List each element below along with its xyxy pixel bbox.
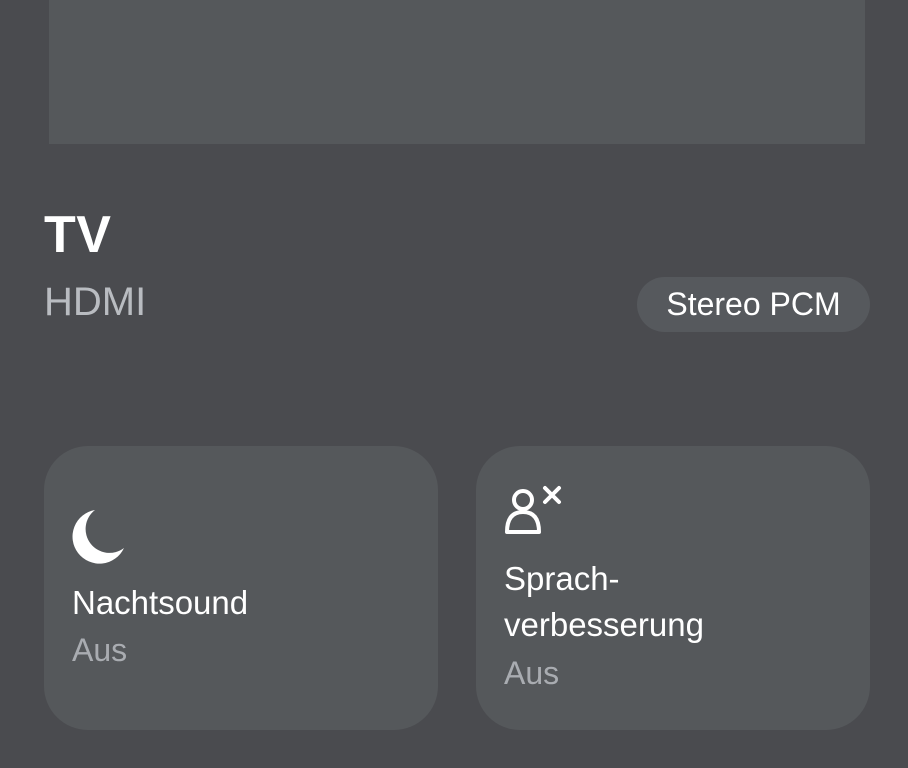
source-title: TV	[44, 206, 112, 264]
speech-enhancement-toggle[interactable]: Sprach- verbesserung Aus	[476, 446, 870, 730]
person-x-icon	[505, 486, 561, 534]
night-sound-label: Nachtsound	[72, 584, 249, 621]
source-subtitle: HDMI	[44, 280, 147, 324]
moon-icon	[72, 510, 124, 564]
night-sound-status: Aus	[72, 632, 128, 668]
audio-format-badge: Stereo PCM	[637, 277, 870, 332]
source-artwork-placeholder	[49, 0, 865, 144]
speech-enhancement-label-line1: Sprach-	[504, 560, 620, 597]
night-sound-toggle[interactable]: Nachtsound Aus	[44, 446, 438, 730]
speech-enhancement-label: Sprach- verbesserung	[504, 556, 804, 648]
audio-settings-panel: TV HDMI Stereo PCM Nachtsound Aus Sprach…	[0, 0, 908, 768]
speech-enhancement-label-line2: verbesserung	[504, 606, 704, 643]
speech-enhancement-status: Aus	[504, 655, 560, 691]
